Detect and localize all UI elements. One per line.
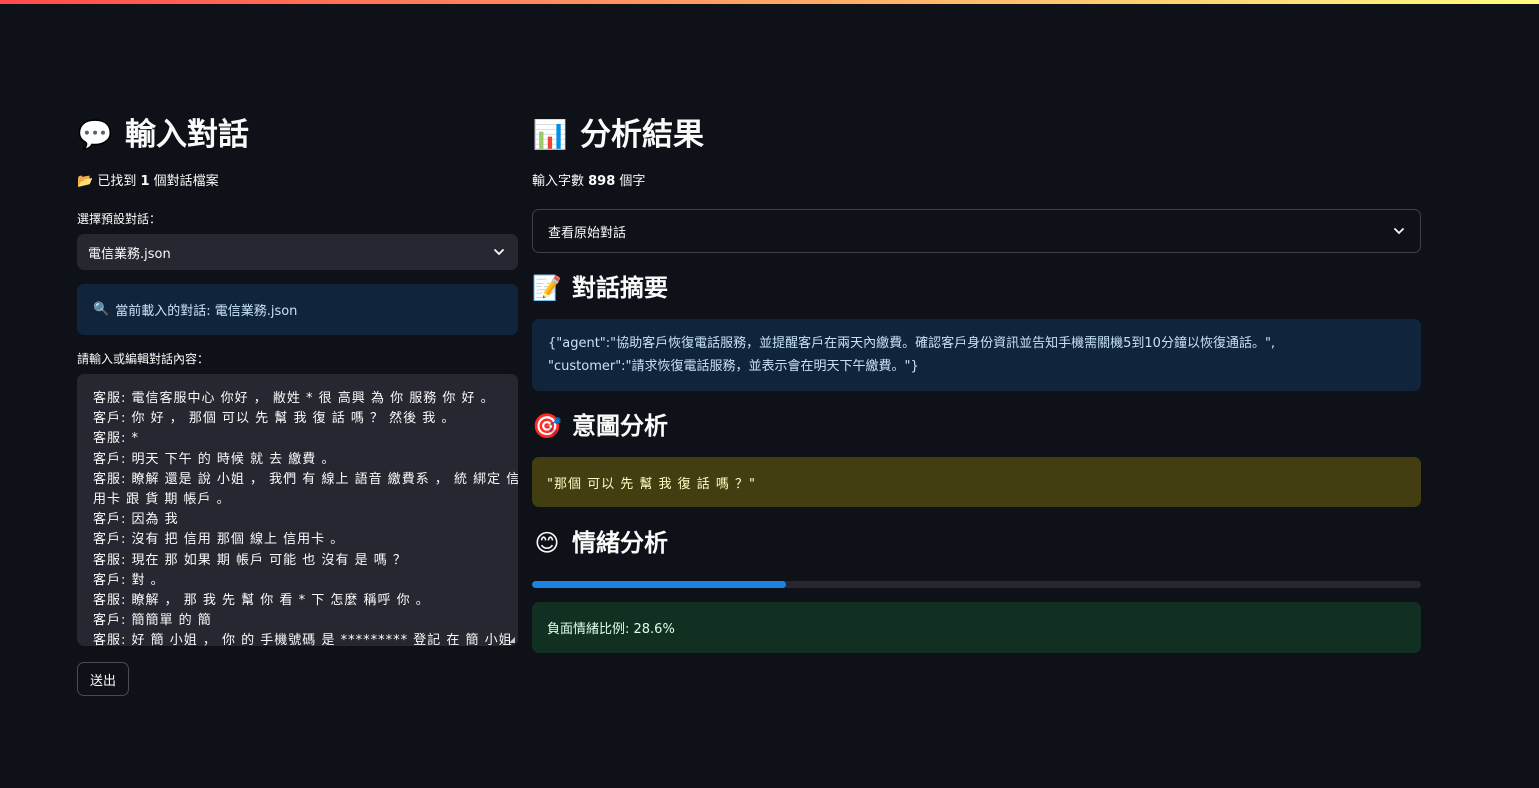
- summary-line: {"agent":"協助客戶恢復電話服務，並提醒客戶在兩天內繳費。確認客戶身份資…: [548, 336, 1276, 351]
- select-label: 選擇預設對話：: [77, 212, 162, 226]
- char-count-text: 輸入字數 898 個字: [532, 174, 646, 189]
- textarea-label: 請輸入或編輯對話內容：: [77, 352, 210, 366]
- dialogue-line: 客戶: 你 好 ， 那個 可以 先 幫 我 復 話 嗎 ？ 然後 我 。: [93, 411, 456, 427]
- files-found-text: 📂 已找到 1 個對話檔案: [77, 174, 219, 189]
- speech-balloon-icon: 💬: [77, 118, 113, 151]
- dialogue-line: 客戶: 簡簡單 的 簡: [93, 613, 212, 629]
- raw-dialogue-expander[interactable]: 查看原始對話: [532, 209, 1421, 253]
- chevron-down-icon: [1394, 228, 1404, 235]
- direct-hit-icon: 🎯: [532, 412, 562, 440]
- submit-button[interactable]: 送出: [77, 662, 129, 696]
- sentiment-progress-fill: [532, 581, 787, 588]
- dialogue-line: 客戶: 對 。: [93, 572, 165, 588]
- sentiment-title: 😊 情緒分析: [532, 525, 668, 561]
- intent-text: "那個 可以 先 幫 我 復 話 嗎 ？": [547, 476, 757, 492]
- summary-line: "customer":"請求恢復電話服務，並表示會在明天下午繳費。"}: [548, 359, 919, 374]
- dialogue-line: 客戶: 沒有 把 信用 那個 線上 信用卡 。: [93, 532, 345, 548]
- memo-icon: 📝: [532, 274, 562, 302]
- summary-title: 📝 對話摘要: [532, 270, 668, 306]
- select-value: 電信業務.json: [88, 246, 171, 262]
- dialogue-textarea[interactable]: 客服: 電信客服中心 你好 ， 敝姓 * 很 高興 為 你 服務 你 好 。客戶…: [77, 374, 518, 646]
- negative-ratio-text: 負面情緒比例: 28.6%: [547, 622, 675, 637]
- input-section-title: 💬 輸入對話: [77, 110, 249, 160]
- dialogue-line: 客服: 瞭解 還是 說 小姐 ， 我們 有 線上 語音 繳費系 ， 統 綁定 信: [93, 471, 518, 487]
- magnifier-icon: 🔍: [93, 302, 110, 317]
- loaded-dialogue-info: 🔍 當前載入的對話: 電信業務.json: [77, 284, 518, 335]
- dialogue-line: 客服: 電信客服中心 你好 ， 敝姓 * 很 高興 為 你 服務 你 好 。: [93, 391, 495, 406]
- dialogue-line: 客服: *: [93, 431, 140, 447]
- expander-label: 查看原始對話: [548, 225, 627, 241]
- top-decoration-bar: [0, 0, 1539, 4]
- intent-title: 🎯 意圖分析: [532, 408, 668, 444]
- dialogue-line: 客服: 現在 那 如果 期 帳戶 可能 也 沒有 是 嗎 ？: [93, 552, 407, 568]
- resize-handle[interactable]: [509, 637, 515, 643]
- analysis-section-title: 📊 分析結果: [532, 110, 704, 160]
- intent-box: "那個 可以 先 幫 我 復 話 嗎 ？": [532, 457, 1421, 507]
- dialogue-line: 用卡 跟 貨 期 帳戶 。: [93, 492, 231, 508]
- sentiment-progress-bar: [532, 581, 1421, 588]
- chevron-down-icon: [494, 249, 504, 256]
- bar-chart-icon: 📊: [532, 118, 568, 151]
- sentiment-result-box: 負面情緒比例: 28.6%: [532, 602, 1421, 653]
- folder-icon: 📂: [77, 174, 94, 189]
- dialogue-line: 客服: 好 簡 小姐 ， 你 的 手機號碼 是 ********* 登記 在 簡…: [93, 633, 518, 646]
- smiling-face-icon: 😊: [534, 529, 560, 557]
- dialogue-line: 客戶: 因為 我: [93, 512, 179, 528]
- summary-box: {"agent":"協助客戶恢復電話服務，並提醒客戶在兩天內繳費。確認客戶身份資…: [532, 319, 1421, 391]
- dialogue-line: 客戶: 明天 下午 的 時候 就 去 繳費 。: [93, 451, 336, 467]
- preset-dialogue-select[interactable]: 電信業務.json: [77, 234, 518, 270]
- dialogue-line: 客服: 瞭解 ， 那 我 先 幫 你 看 * 下 怎麼 稱呼 你 。: [93, 593, 430, 609]
